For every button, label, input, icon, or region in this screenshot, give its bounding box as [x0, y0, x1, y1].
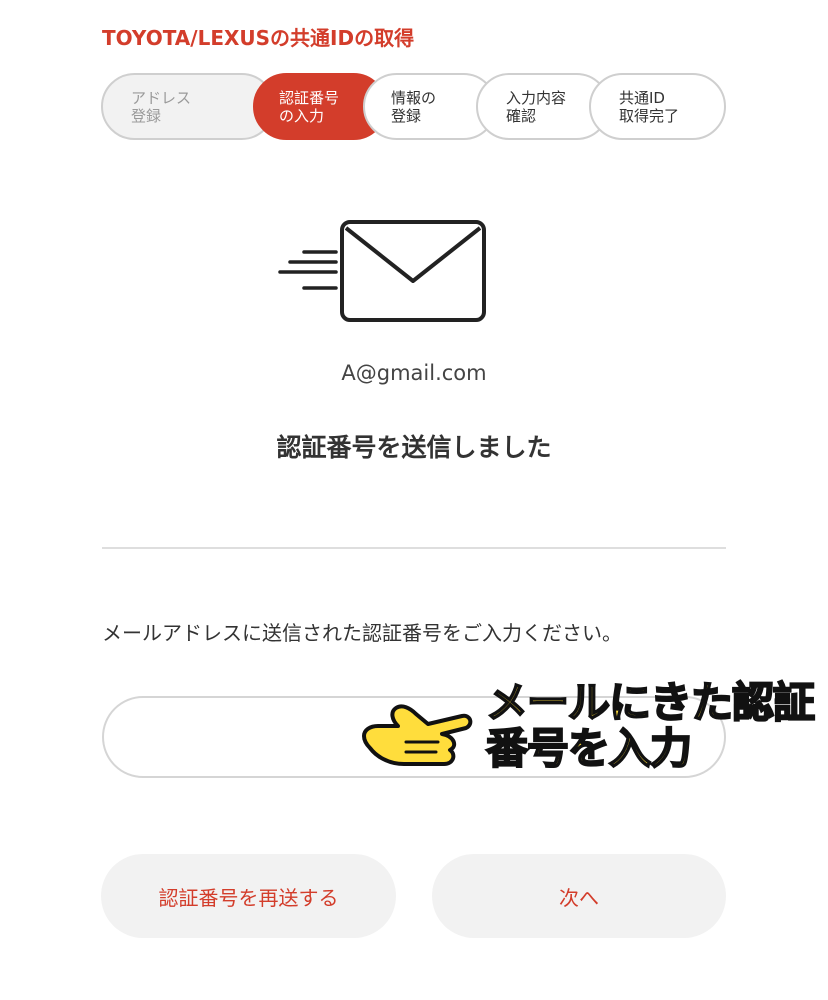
envelope-send-icon [278, 220, 486, 322]
step-label: 入力内容 確認 [506, 89, 567, 125]
resend-code-button[interactable]: 認証番号を再送する [101, 854, 396, 938]
instruction-text: メールアドレスに送信された認証番号をご入力ください。 [102, 621, 622, 645]
step-label: アドレス 登録 [131, 89, 192, 125]
step-label: 認証番号 の入力 [279, 89, 340, 125]
annotation-callout: メールにきた認証 番号を入力 [485, 678, 816, 773]
step-address-registration: アドレス 登録 [101, 73, 275, 140]
step-id-complete: 共通ID 取得完了 [589, 73, 726, 140]
step-label: 共通ID 取得完了 [619, 89, 680, 125]
pointing-hand-icon [362, 704, 473, 766]
divider [102, 547, 726, 549]
progress-stepper: アドレス 登録 認証番号 の入力 情報の 登録 入力内容 確認 共通ID 取得完… [101, 73, 726, 140]
next-button[interactable]: 次へ [432, 854, 726, 938]
code-sent-heading: 認証番号を送信しました [276, 433, 552, 462]
step-label: 情報の 登録 [391, 89, 437, 125]
page-title: TOYOTA/LEXUSの共通IDの取得 [102, 26, 415, 50]
page: TOYOTA/LEXUSの共通IDの取得 アドレス 登録 認証番号 の入力 情報… [0, 0, 828, 1000]
sent-email-address: A@gmail.com [341, 361, 487, 385]
